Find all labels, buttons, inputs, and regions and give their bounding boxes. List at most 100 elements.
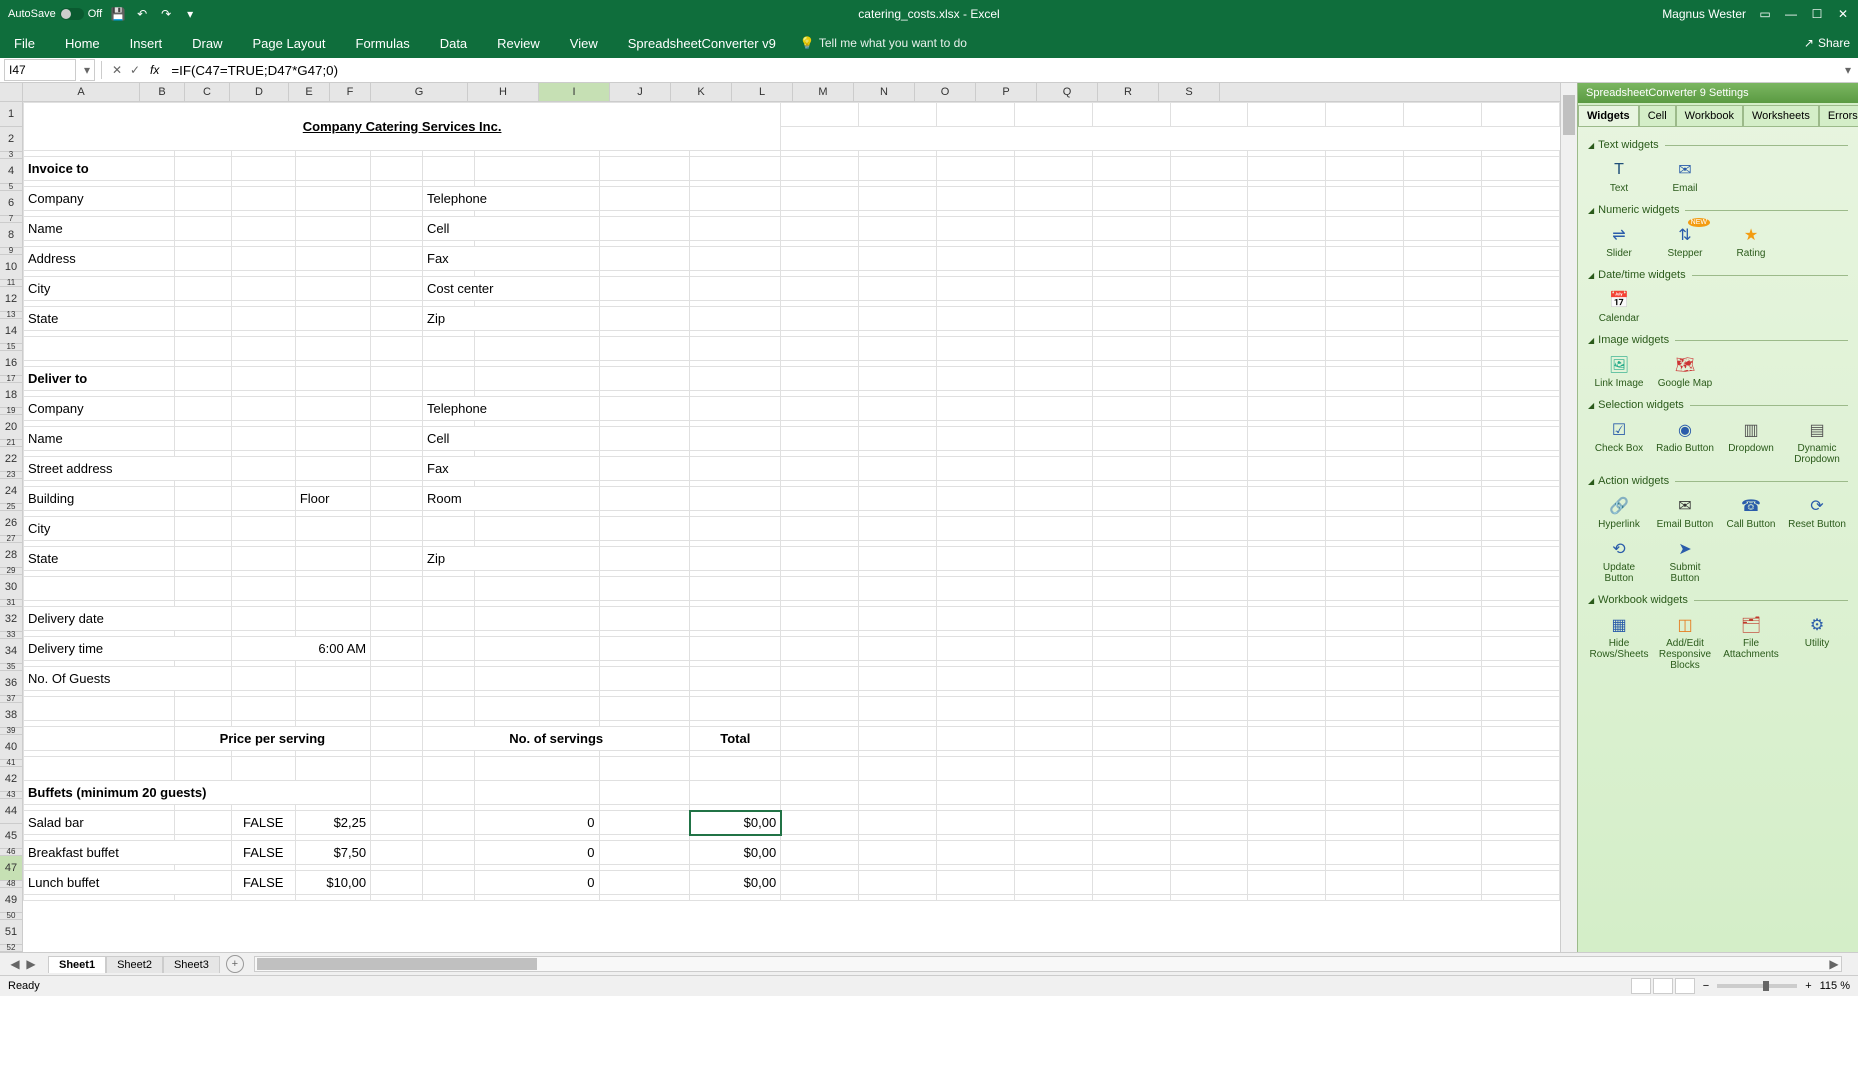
row-header-26[interactable]: 26 bbox=[0, 511, 22, 536]
label-delivery-date[interactable]: Delivery date bbox=[24, 607, 232, 631]
row-header-10[interactable]: 10 bbox=[0, 255, 22, 280]
panel-group-image-widgets[interactable]: Image widgets bbox=[1588, 334, 1848, 346]
col-header-D[interactable]: D bbox=[230, 83, 289, 101]
worksheet[interactable]: ABCDEFGHIJKLMNOPQRS 12345678910111213141… bbox=[0, 83, 1560, 952]
cell-I47[interactable]: $0,00 bbox=[690, 811, 781, 835]
label-company-2[interactable]: Company bbox=[24, 397, 175, 421]
widget-email-button[interactable]: ✉Email Button bbox=[1654, 495, 1716, 530]
col-header-F[interactable]: F bbox=[330, 83, 371, 101]
row-header-52[interactable]: 52 bbox=[0, 945, 22, 952]
company-title[interactable]: Company Catering Services Inc. bbox=[24, 103, 781, 151]
panel-tab-cell[interactable]: Cell bbox=[1639, 105, 1676, 126]
widget-call-button[interactable]: ☎Call Button bbox=[1720, 495, 1782, 530]
panel-group-text-widgets[interactable]: Text widgets bbox=[1588, 139, 1848, 151]
row-header-48[interactable]: 48 bbox=[0, 881, 22, 888]
row-header-30[interactable]: 30 bbox=[0, 575, 22, 600]
tab-formulas[interactable]: Formulas bbox=[350, 32, 416, 55]
row-header-24[interactable]: 24 bbox=[0, 479, 22, 504]
col-header-B[interactable]: B bbox=[140, 83, 185, 101]
new-sheet-button[interactable]: + bbox=[226, 955, 244, 973]
label-floor[interactable]: Floor bbox=[295, 487, 370, 511]
save-icon[interactable]: 💾 bbox=[110, 6, 126, 22]
tab-data[interactable]: Data bbox=[434, 32, 473, 55]
value-delivery-time[interactable]: 6:00 AM bbox=[231, 637, 370, 661]
label-zip-2[interactable]: Zip bbox=[423, 547, 600, 571]
row-header-5[interactable]: 5 bbox=[0, 184, 22, 191]
row-header-22[interactable]: 22 bbox=[0, 447, 22, 472]
widget-email[interactable]: ✉Email bbox=[1654, 159, 1716, 194]
label-room[interactable]: Room bbox=[423, 487, 600, 511]
zoom-in-icon[interactable]: + bbox=[1805, 980, 1811, 992]
col-header-A[interactable]: A bbox=[23, 83, 140, 101]
label-telephone[interactable]: Telephone bbox=[423, 187, 600, 211]
label-fax[interactable]: Fax bbox=[423, 247, 600, 271]
widget-dropdown[interactable]: ▥Dropdown bbox=[1720, 419, 1782, 465]
tab-spreadsheetconverter[interactable]: SpreadsheetConverter v9 bbox=[622, 32, 782, 55]
label-cell-2[interactable]: Cell bbox=[423, 427, 600, 451]
header-no-servings[interactable]: No. of servings bbox=[423, 727, 690, 751]
col-header-J[interactable]: J bbox=[610, 83, 671, 101]
row-header-8[interactable]: 8 bbox=[0, 223, 22, 248]
label-fax-2[interactable]: Fax bbox=[423, 457, 600, 481]
value-breakfast-chk[interactable]: FALSE bbox=[231, 841, 295, 865]
widget-stepper[interactable]: ⇅Stepper bbox=[1654, 224, 1716, 259]
row-header-34[interactable]: 34 bbox=[0, 639, 22, 664]
row-header-33[interactable]: 33 bbox=[0, 632, 22, 639]
maximize-icon[interactable]: ☐ bbox=[1810, 7, 1824, 21]
row-header-15[interactable]: 15 bbox=[0, 344, 22, 351]
row-header-28[interactable]: 28 bbox=[0, 543, 22, 568]
widget-update-button[interactable]: ⟲Update Button bbox=[1588, 538, 1650, 584]
row-header-21[interactable]: 21 bbox=[0, 440, 22, 447]
widget-google-map[interactable]: 🗺Google Map bbox=[1654, 354, 1716, 389]
expand-formula-bar-icon[interactable]: ▾ bbox=[1838, 63, 1858, 77]
row-header-27[interactable]: 27 bbox=[0, 536, 22, 543]
col-header-P[interactable]: P bbox=[976, 83, 1037, 101]
row-header-18[interactable]: 18 bbox=[0, 383, 22, 408]
row-header-1[interactable]: 1 bbox=[0, 102, 22, 127]
row-header-41[interactable]: 41 bbox=[0, 760, 22, 767]
label-state-2[interactable]: State bbox=[24, 547, 175, 571]
row-header-16[interactable]: 16 bbox=[0, 351, 22, 376]
value-breakfast-price[interactable]: $7,50 bbox=[295, 841, 370, 865]
value-salad-bar-chk[interactable]: FALSE bbox=[231, 811, 295, 835]
label-building[interactable]: Building bbox=[24, 487, 175, 511]
tab-file[interactable]: File bbox=[8, 32, 41, 55]
panel-group-date-time-widgets[interactable]: Date/time widgets bbox=[1588, 269, 1848, 281]
row-header-37[interactable]: 37 bbox=[0, 696, 22, 703]
label-deliver-to[interactable]: Deliver to bbox=[24, 367, 175, 391]
col-header-K[interactable]: K bbox=[671, 83, 732, 101]
row-header-4[interactable]: 4 bbox=[0, 159, 22, 184]
row-header-14[interactable]: 14 bbox=[0, 319, 22, 344]
name-box-dropdown-icon[interactable]: ▾ bbox=[80, 59, 95, 81]
row-header-13[interactable]: 13 bbox=[0, 312, 22, 319]
col-header-H[interactable]: H bbox=[468, 83, 539, 101]
label-breakfast[interactable]: Breakfast buffet bbox=[24, 841, 232, 865]
value-salad-bar-srv[interactable]: 0 bbox=[474, 811, 599, 835]
undo-icon[interactable]: ↶ bbox=[134, 6, 150, 22]
label-delivery-time[interactable]: Delivery time bbox=[24, 637, 232, 661]
label-zip[interactable]: Zip bbox=[423, 307, 600, 331]
panel-group-numeric-widgets[interactable]: Numeric widgets bbox=[1588, 204, 1848, 216]
col-header-Q[interactable]: Q bbox=[1037, 83, 1098, 101]
col-header-R[interactable]: R bbox=[1098, 83, 1159, 101]
row-header-43[interactable]: 43 bbox=[0, 792, 22, 799]
panel-tab-workbook[interactable]: Workbook bbox=[1676, 105, 1743, 126]
tab-page-layout[interactable]: Page Layout bbox=[247, 32, 332, 55]
row-header-45[interactable]: 45 bbox=[0, 824, 22, 849]
header-buffets[interactable]: Buffets (minimum 20 guests) bbox=[24, 781, 371, 805]
row-header-47[interactable]: 47 bbox=[0, 856, 22, 881]
panel-tab-widgets[interactable]: Widgets bbox=[1578, 105, 1639, 126]
row-header-3[interactable]: 3 bbox=[0, 152, 22, 159]
panel-group-selection-widgets[interactable]: Selection widgets bbox=[1588, 399, 1848, 411]
label-street-address[interactable]: Street address bbox=[24, 457, 232, 481]
value-salad-bar-price[interactable]: $2,25 bbox=[295, 811, 370, 835]
widget-add-edit-responsive-blocks[interactable]: ◫Add/Edit Responsive Blocks bbox=[1654, 614, 1716, 671]
label-salad-bar[interactable]: Salad bar bbox=[24, 811, 175, 835]
row-header-31[interactable]: 31 bbox=[0, 600, 22, 607]
tab-view[interactable]: View bbox=[564, 32, 604, 55]
header-price-per-serving[interactable]: Price per serving bbox=[174, 727, 371, 751]
label-name[interactable]: Name bbox=[24, 217, 175, 241]
redo-icon[interactable]: ↷ bbox=[158, 6, 174, 22]
view-page-break-icon[interactable] bbox=[1675, 978, 1695, 994]
value-lunch-tot[interactable]: $0,00 bbox=[690, 871, 781, 895]
